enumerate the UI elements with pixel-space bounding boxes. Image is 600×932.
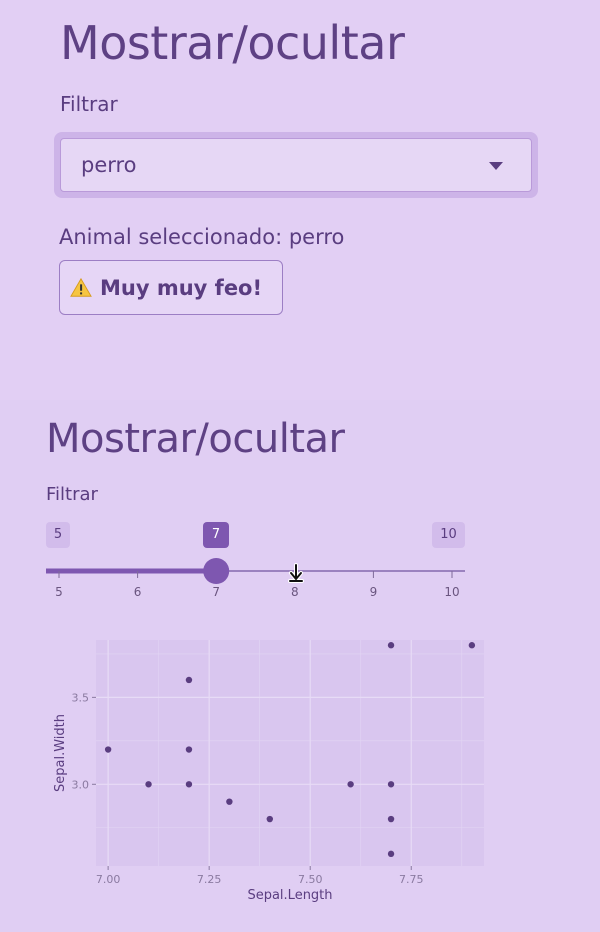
selected-animal-text: Animal seleccionado: perro xyxy=(59,225,345,249)
x-tick-label: 7.75 xyxy=(399,873,424,886)
filter-label: Filtrar xyxy=(60,92,118,116)
data-point xyxy=(387,850,395,858)
warning-icon xyxy=(70,277,92,297)
x-tick-label: 7.25 xyxy=(197,873,222,886)
slider-max-label: 10 xyxy=(432,522,465,548)
chevron-down-icon[interactable] xyxy=(489,162,503,170)
x-axis-title: Sepal.Length xyxy=(247,888,332,903)
data-point xyxy=(185,781,193,788)
animal-select-value: perro xyxy=(81,153,137,177)
section2-title: Mostrar/ocultar xyxy=(46,416,345,462)
slider-tick-label: 9 xyxy=(370,585,378,599)
slider-tick-label: 6 xyxy=(134,585,142,599)
data-point xyxy=(468,642,476,649)
section1-title: Mostrar/ocultar xyxy=(60,16,405,70)
plot-panel xyxy=(96,640,484,866)
slider-tick-label: 5 xyxy=(55,585,63,599)
x-tick-label: 7.50 xyxy=(298,873,323,886)
animal-select[interactable]: perro xyxy=(54,132,538,198)
slider-handle[interactable] xyxy=(203,558,230,584)
slider-tick-label: 10 xyxy=(444,585,459,599)
ugly-button-label: Muy muy feo! xyxy=(100,275,263,300)
data-point xyxy=(226,798,233,805)
y-tick-label: 3.0 xyxy=(72,778,90,791)
data-point xyxy=(145,781,152,788)
data-point xyxy=(387,781,395,788)
x-tick-label: 7.00 xyxy=(96,873,121,886)
data-point xyxy=(347,781,354,788)
ugly-button[interactable]: Muy muy feo! xyxy=(59,260,283,315)
slider-value-label: 7 xyxy=(203,522,229,548)
data-point xyxy=(185,746,193,753)
data-point xyxy=(104,746,112,753)
slider-min-label: 5 xyxy=(46,522,70,548)
data-point xyxy=(387,642,395,649)
arrow-cursor-icon xyxy=(288,563,304,583)
animal-select-box[interactable]: perro xyxy=(60,138,532,192)
slider-filter-label: Filtrar xyxy=(46,484,98,505)
y-tick-label: 3.5 xyxy=(72,691,90,704)
data-point xyxy=(387,815,395,823)
y-axis-title: Sepal.Width xyxy=(53,714,68,792)
data-point xyxy=(266,815,273,823)
data-point xyxy=(185,676,193,684)
slider-tick-label: 8 xyxy=(291,585,299,599)
scatter-plot: 7.00 7.25 7.50 7.75 3.0 3.5 Sepal.Length Sepal.… xyxy=(53,640,484,903)
slider-tick-label: 7 xyxy=(212,585,220,599)
